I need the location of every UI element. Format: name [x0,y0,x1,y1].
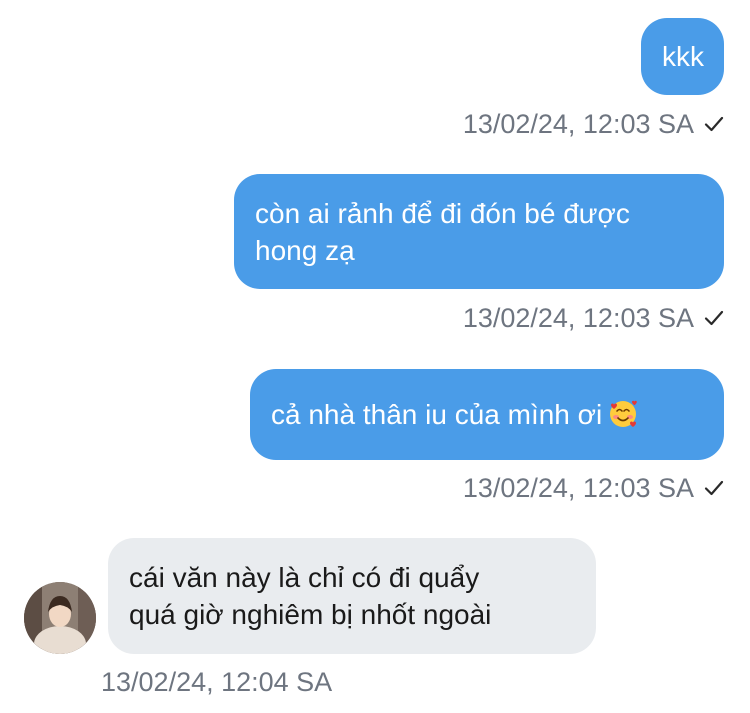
smiling-face-with-hearts-icon [610,400,638,427]
avatar-image [24,582,96,654]
message-timestamp: 13/02/24, 12:03 SA [462,303,694,333]
contact-avatar[interactable] [24,582,96,654]
message-timestamp: 13/02/24, 12:03 SA [462,473,694,503]
message-bubble-outgoing[interactable]: còn ai rảnh để đi đón bé được hong zạ [234,174,724,289]
message-timestamp: 13/02/24, 12:04 SA [101,667,333,697]
check-icon [704,480,724,496]
message-bubble-outgoing[interactable]: cả nhà thân iu của mình ơi [250,369,724,460]
message-bubble-incoming[interactable]: cái văn này là chỉ có đi quẩy quá giờ ng… [108,538,596,654]
message-timestamp-row: 13/02/24, 12:04 SA [101,665,332,699]
message-timestamp: 13/02/24, 12:03 SA [462,109,694,139]
message-timestamp-row: 13/02/24, 12:03 SA [463,107,724,141]
check-icon [704,310,724,326]
message-timestamp-row: 13/02/24, 12:03 SA [463,301,724,335]
message-bubble-outgoing[interactable]: kkk [641,18,724,95]
check-icon [704,116,724,132]
message-timestamp-row: 13/02/24, 12:03 SA [463,471,724,505]
message-text: cả nhà thân iu của mình ơi [271,399,603,430]
